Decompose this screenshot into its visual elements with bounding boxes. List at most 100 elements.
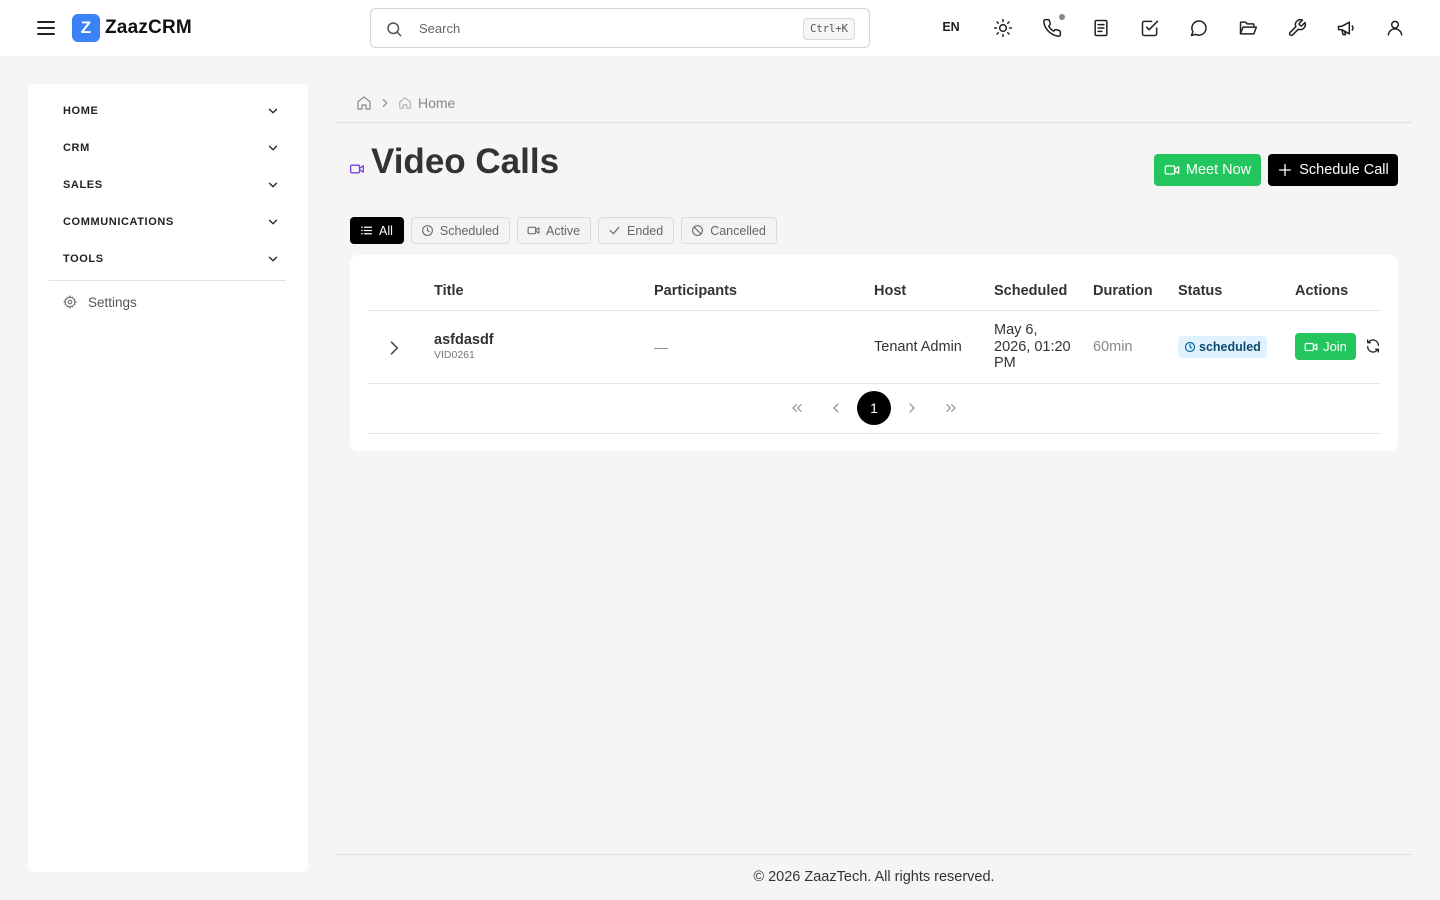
phone-notification-dot (1059, 14, 1065, 20)
chevrons-right-icon (946, 404, 956, 412)
filter-label: Ended (627, 223, 664, 238)
menu-icon[interactable] (34, 16, 58, 40)
chevron-down-icon (266, 104, 280, 118)
column-header-duration[interactable]: Duration (1093, 283, 1153, 299)
sidebar-group-label: COMMUNICATIONS (63, 216, 174, 228)
sidebar-group-sales[interactable]: SALES (63, 173, 280, 197)
video-icon (1164, 162, 1180, 178)
sun-icon[interactable] (993, 18, 1013, 38)
wrench-icon[interactable] (1287, 18, 1307, 38)
video-icon (527, 224, 540, 237)
sidebar-group-home[interactable]: HOME (63, 99, 280, 123)
chat-icon[interactable] (1189, 18, 1209, 38)
sidebar-group-label: CRM (63, 142, 90, 154)
sidebar-group-crm[interactable]: CRM (63, 136, 280, 160)
sidebar-group-label: SALES (63, 179, 103, 191)
column-header-status[interactable]: Status (1178, 283, 1222, 299)
column-header-host[interactable]: Host (874, 283, 906, 299)
list-icon (360, 224, 373, 237)
clock-icon (1184, 341, 1196, 353)
row-divider (368, 383, 1381, 384)
status-badge: scheduled (1178, 336, 1267, 358)
sidebar-group-tools[interactable]: TOOLS (63, 247, 280, 271)
chevron-right-icon (378, 96, 392, 110)
document-icon[interactable] (1091, 18, 1111, 38)
column-header-actions: Actions (1295, 283, 1349, 299)
top-bar: Z ZaazCRM Ctrl+K EN (0, 0, 1440, 56)
header-divider (336, 122, 1412, 123)
filter-active[interactable]: Active (516, 217, 592, 244)
sidebar-group-label: HOME (63, 105, 99, 117)
user-icon[interactable] (1385, 18, 1405, 38)
schedule-call-label: Schedule Call (1299, 162, 1389, 178)
sidebar-divider (49, 280, 286, 281)
filter-label: All (379, 223, 393, 238)
first-page-button[interactable] (780, 391, 814, 425)
footer-copyright: © 2026 ZaazTech. All rights reserved. (753, 869, 995, 885)
column-header-title[interactable]: Title (434, 283, 464, 299)
filter-all[interactable]: All (350, 217, 404, 244)
phone-icon[interactable] (1042, 18, 1062, 38)
megaphone-icon[interactable] (1336, 18, 1356, 38)
call-scheduled-time: May 6, 2026, 01:20 PM (994, 322, 1071, 371)
filter-ended[interactable]: Ended (598, 217, 675, 244)
call-id: VID0261 (434, 349, 475, 361)
last-page-button[interactable] (934, 391, 968, 425)
sidebar-item-settings[interactable]: Settings (63, 292, 137, 312)
filter-label: Active (545, 223, 581, 238)
filter-scheduled[interactable]: Scheduled (410, 217, 510, 244)
sidebar-item-label: Settings (88, 294, 137, 310)
call-title: asfdasdf (434, 332, 494, 348)
breadcrumb: Home (356, 94, 455, 112)
chevron-left-icon (833, 403, 839, 413)
page-number-current[interactable]: 1 (857, 391, 891, 425)
sidebar-group-label: TOOLS (63, 253, 104, 265)
language-switcher[interactable]: EN (936, 20, 966, 34)
search-input[interactable] (419, 17, 779, 39)
search-box[interactable]: Ctrl+K (370, 8, 870, 48)
home-icon[interactable] (356, 95, 372, 111)
filter-label: Scheduled (439, 223, 499, 238)
meet-now-label: Meet Now (1185, 162, 1252, 178)
task-check-icon[interactable] (1140, 18, 1160, 38)
header-divider (368, 310, 1381, 311)
video-icon (1304, 340, 1318, 354)
chevron-down-icon (266, 141, 280, 155)
breadcrumb-current: Home (418, 95, 456, 111)
page-title: Video Calls (371, 142, 560, 181)
plus-icon (1277, 162, 1293, 178)
chevron-right-icon[interactable] (384, 338, 404, 358)
search-shortcut: Ctrl+K (803, 18, 855, 40)
chevron-down-icon (266, 178, 280, 192)
folder-open-icon[interactable] (1238, 18, 1258, 38)
logo-badge[interactable]: Z (72, 14, 100, 42)
status-label: scheduled (1199, 340, 1261, 354)
schedule-call-button[interactable]: Schedule Call (1268, 154, 1398, 186)
chevron-right-icon (909, 403, 915, 413)
filter-label: Cancelled (710, 223, 766, 238)
chevron-down-icon (266, 215, 280, 229)
column-header-participants[interactable]: Participants (654, 283, 737, 299)
clock-icon (421, 224, 434, 237)
column-header-scheduled[interactable]: Scheduled (994, 283, 1067, 299)
filter-cancelled[interactable]: Cancelled (681, 217, 777, 244)
sidebar-group-communications[interactable]: COMMUNICATIONS (63, 210, 280, 234)
refresh-icon[interactable] (1365, 338, 1381, 354)
video-icon (349, 162, 365, 176)
meet-now-button[interactable]: Meet Now (1154, 154, 1261, 186)
join-button[interactable]: Join (1295, 333, 1356, 360)
call-participants: — (654, 339, 668, 355)
footer-divider (336, 854, 1412, 855)
chevron-down-icon (266, 252, 280, 266)
sidebar: HOME CRM SALES COMMUNICATIONS TOOLS Sett… (28, 84, 308, 872)
check-icon (608, 224, 621, 237)
previous-page-button[interactable] (819, 391, 853, 425)
video-calls-table: Title Participants Host Scheduled Durati… (350, 255, 1398, 451)
call-duration: 60min (1093, 339, 1133, 355)
ban-icon (691, 224, 704, 237)
app-name[interactable]: ZaazCRM (105, 17, 192, 39)
home-icon (398, 96, 412, 110)
gear-icon (63, 295, 77, 309)
next-page-button[interactable] (895, 391, 929, 425)
status-filters: All Scheduled Active Ended Cancelled (350, 217, 777, 244)
